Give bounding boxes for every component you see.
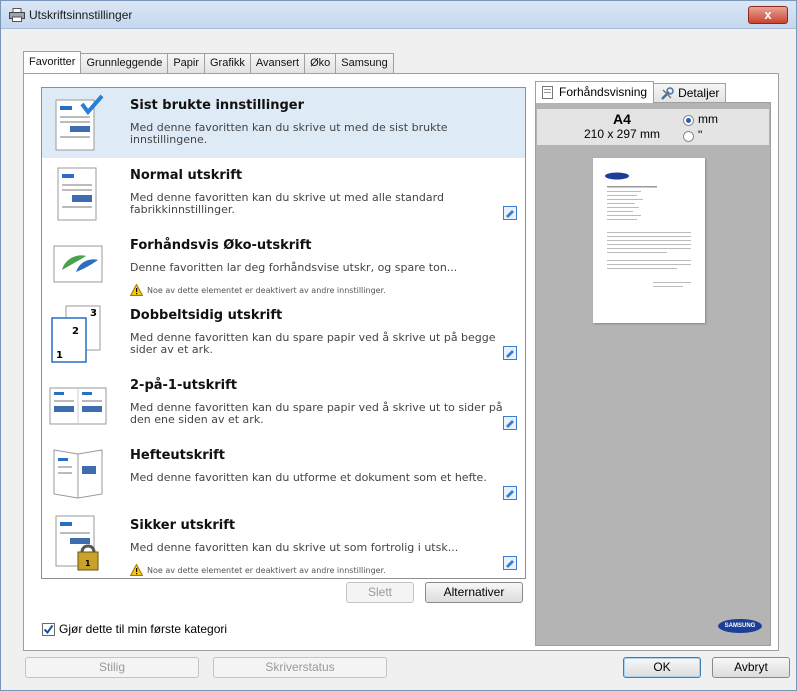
svg-text:2: 2: [72, 326, 79, 337]
warning-icon: [130, 284, 143, 296]
favorite-description: Med denne favoritten kan du skrive ut so…: [130, 541, 459, 554]
edit-icon[interactable]: [503, 346, 517, 360]
favorite-warning: Noe av dette elementet er deaktivert av …: [130, 564, 386, 576]
favorite-item-booklet[interactable]: Hefteutskrift Med denne favoritten kan d…: [42, 438, 525, 508]
unit-inch-label: ": [698, 128, 703, 142]
favorite-title: Sikker utskrift: [130, 518, 236, 533]
first-category-checkbox[interactable]: [42, 623, 55, 636]
favorite-item-eco-preview[interactable]: Forhåndsvis Øko-utskrift Denne favoritte…: [42, 228, 525, 298]
main-tabs: Favoritter Grunnleggende Papir Grafikk A…: [23, 51, 394, 73]
favorite-title: Hefteutskrift: [130, 448, 225, 463]
favorite-title: 2-på-1-utskrift: [130, 378, 237, 393]
two-up-print-icon: [49, 387, 107, 425]
duplex-print-icon: 3 2 1: [51, 305, 101, 363]
favorites-list[interactable]: Sist brukte innstillinger Med denne favo…: [41, 87, 526, 579]
unit-mm-radio[interactable]: [683, 115, 694, 126]
edit-icon[interactable]: [503, 416, 517, 430]
tab-preview[interactable]: Forhåndsvisning: [535, 81, 655, 103]
tab-details-label: Detaljer: [678, 86, 720, 100]
checkmark-icon: [43, 624, 54, 635]
window-title: Utskriftsinnstillinger: [29, 8, 133, 22]
favorite-description: Med denne favoritten kan du skrive ut me…: [130, 121, 448, 146]
tools-icon: [661, 86, 674, 100]
tab-preview-label: Forhåndsvisning: [559, 85, 648, 99]
preview-tabs: Forhåndsvisning Detaljer: [535, 81, 727, 103]
warning-text: Noe av dette elementet er deaktivert av …: [147, 565, 386, 575]
tab-advanced[interactable]: Avansert: [249, 53, 306, 73]
favorite-warning: Noe av dette elementet er deaktivert av …: [130, 284, 386, 296]
favorite-title: Dobbeltsidig utskrift: [130, 308, 283, 323]
favorite-description: Denne favoritten lar deg forhåndsvise ut…: [130, 261, 458, 274]
printer-icon: [9, 8, 25, 22]
svg-text:1: 1: [85, 559, 91, 568]
warning-icon: [130, 564, 143, 576]
edit-icon[interactable]: [503, 206, 517, 220]
delete-button[interactable]: Slett: [346, 582, 414, 603]
paper-size: A4: [613, 111, 631, 127]
favorite-item-recent[interactable]: Sist brukte innstillinger Med denne favo…: [42, 88, 525, 158]
edit-icon[interactable]: [503, 556, 517, 570]
print-settings-window: Utskriftsinnstillinger x Favoritter Grun…: [0, 0, 797, 691]
normal-print-icon: [57, 167, 97, 221]
svg-text:3: 3: [90, 308, 97, 319]
paper-dimensions: 210 x 297 mm: [583, 127, 661, 141]
edit-icon[interactable]: [503, 486, 517, 500]
booklet-print-icon: [53, 449, 103, 499]
tab-basic[interactable]: Grunnleggende: [80, 53, 169, 73]
favorite-description: Med denne favoritten kan du spare papir …: [130, 401, 503, 426]
recent-settings-icon: [55, 94, 104, 151]
favorite-item-secure[interactable]: 1 Sikker utskrift Med denne favoritten k…: [42, 508, 525, 578]
warning-text: Noe av dette elementet er deaktivert av …: [147, 285, 386, 295]
favorite-description: Med denne favoritten kan du skrive ut me…: [130, 191, 444, 216]
tab-eco[interactable]: Øko: [304, 53, 337, 73]
favorite-item-two-up[interactable]: 2-på-1-utskrift Med denne favoritten kan…: [42, 368, 525, 438]
favorite-item-duplex[interactable]: 3 2 1 Dobbeltsidig utskrift Med denne fa…: [42, 298, 525, 368]
first-category-label: Gjør dette til min første kategori: [59, 622, 228, 636]
favorite-description: Med denne favoritten kan du utforme et d…: [130, 471, 487, 484]
printer-status-button[interactable]: Skriverstatus: [213, 657, 387, 678]
style-button[interactable]: Stilig: [25, 657, 199, 678]
cancel-button[interactable]: Avbryt: [712, 657, 790, 678]
favorite-title: Normal utskrift: [130, 168, 243, 183]
unit-inch-radio[interactable]: [683, 131, 694, 142]
favorite-item-normal[interactable]: Normal utskrift Med denne favoritten kan…: [42, 158, 525, 228]
page-preview: [593, 158, 705, 323]
samsung-logo: SAMSUNG: [718, 619, 762, 633]
tab-details[interactable]: Detaljer: [653, 83, 727, 103]
svg-text:1: 1: [56, 350, 63, 361]
favorite-title: Forhåndsvis Øko-utskrift: [130, 238, 312, 253]
ok-button[interactable]: OK: [623, 657, 701, 678]
close-button[interactable]: x: [748, 6, 788, 24]
title-bar[interactable]: Utskriftsinnstillinger x: [1, 1, 796, 29]
favorite-description: Med denne favoritten kan du spare papir …: [130, 331, 496, 356]
page-icon: [542, 86, 553, 99]
eco-preview-icon: [53, 245, 103, 283]
options-button[interactable]: Alternativer: [425, 582, 523, 603]
favorite-title: Sist brukte innstillinger: [130, 98, 305, 113]
tab-samsung[interactable]: Samsung: [335, 53, 394, 73]
unit-mm-label: mm: [698, 112, 718, 126]
tab-favorites[interactable]: Favoritter: [23, 51, 82, 73]
tab-graphics[interactable]: Grafikk: [204, 53, 251, 73]
secure-print-icon: 1: [55, 515, 99, 571]
tab-paper[interactable]: Papir: [167, 53, 205, 73]
